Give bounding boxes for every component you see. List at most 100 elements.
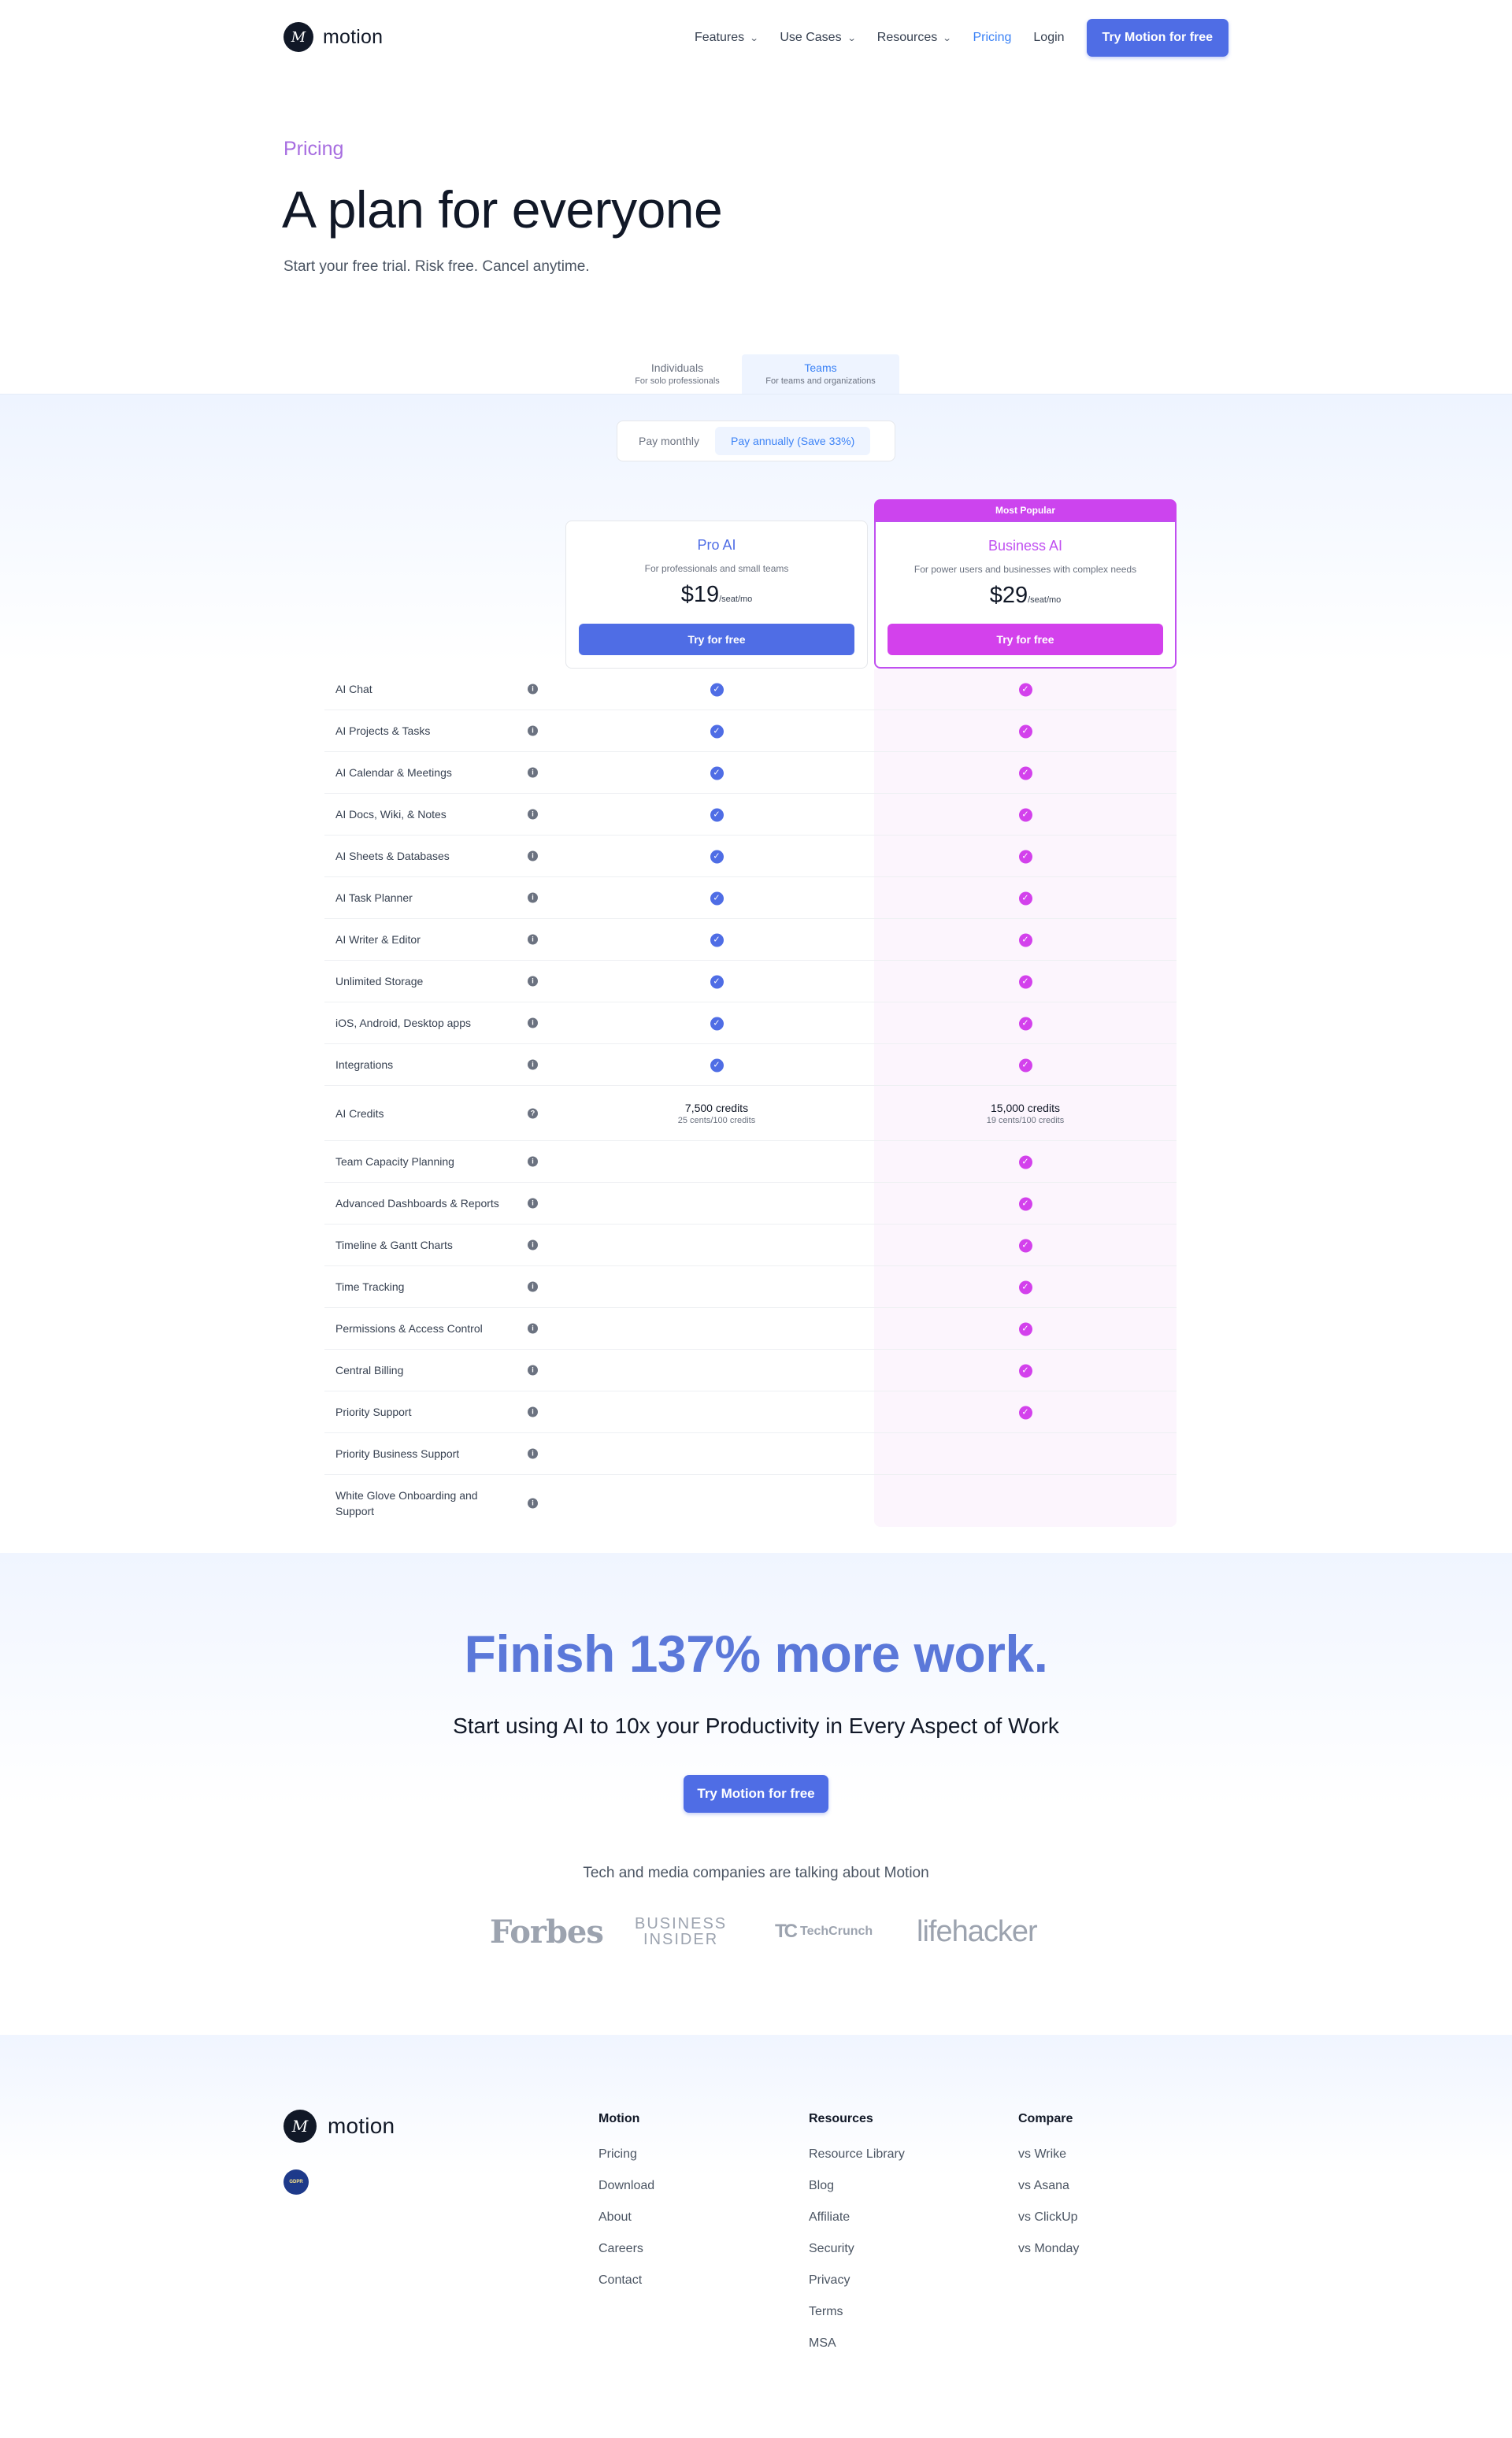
footer-link[interactable]: vs Asana <box>1018 2179 1079 2210</box>
footer-logo[interactable]: M motion <box>284 2110 395 2143</box>
info-icon[interactable]: i <box>528 1156 538 1167</box>
tab-teams[interactable]: Teams For teams and organizations <box>742 354 899 394</box>
plan-description: For power users and businesses with comp… <box>914 564 1137 575</box>
pro-cell: ✓ <box>565 807 868 822</box>
footer-link[interactable]: About <box>598 2210 654 2242</box>
info-icon[interactable]: i <box>528 809 538 820</box>
info-icon[interactable]: i <box>528 1281 538 1292</box>
info-icon[interactable]: i <box>528 1239 538 1250</box>
business-cell: ✓ <box>874 849 1177 864</box>
info-icon[interactable]: i <box>528 1406 538 1417</box>
tab-individuals[interactable]: Individuals For solo professionals <box>613 354 742 394</box>
plan-tabs: Individuals For solo professionals Teams… <box>613 354 899 394</box>
nav-item-pricing[interactable]: Pricing <box>973 31 1011 45</box>
footer-column-title: Resources <box>809 2112 873 2125</box>
hero-subtitle: Start your free trial. Risk free. Cancel… <box>284 258 590 275</box>
credits-rate: 19 cents/100 credits <box>986 1115 1065 1125</box>
feature-row: Unlimited Storage i ✓ ✓ <box>324 961 1177 1002</box>
business-cell: 15,000 credits 19 cents/100 credits <box>874 1102 1177 1125</box>
footer-link[interactable]: Resource Library <box>809 2147 905 2179</box>
question-icon[interactable]: ? <box>528 1108 538 1118</box>
press-title: Tech and media companies are talking abo… <box>583 1865 929 1881</box>
feature-row: AI Credits? 7,500 credits 25 cents/100 cre… <box>324 1086 1177 1141</box>
feature-name: AI Docs, Wiki, & Notes <box>335 808 447 821</box>
footer-link[interactable]: Terms <box>809 2305 905 2336</box>
nav-item-use-cases[interactable]: Use Cases ⌄ <box>780 31 856 45</box>
price-amount: $19 <box>680 582 720 607</box>
feature-row: Priority Support i ✓ <box>324 1391 1177 1433</box>
feature-comparison-table: AI Chat i ✓ ✓ AI Projects & Tasks i ✓ ✓ AI Calen… <box>324 669 1177 1532</box>
info-icon[interactable]: i <box>528 850 538 861</box>
business-cell: ✓ <box>874 1280 1177 1295</box>
nav-item-resources[interactable]: Resources ⌄ <box>877 31 952 45</box>
footer-link[interactable]: Blog <box>809 2179 905 2210</box>
techcrunch-logo: TC TechCrunch <box>775 1912 873 1951</box>
feature-row: Priority Business Support i <box>324 1433 1177 1475</box>
try-for-free-button[interactable]: Try for free <box>888 624 1163 655</box>
footer-link[interactable]: vs Monday <box>1018 2242 1079 2273</box>
info-icon[interactable]: i <box>528 684 538 695</box>
check-icon: ✓ <box>710 766 724 780</box>
pro-cell: 7,500 credits 25 cents/100 credits <box>565 1102 868 1125</box>
pro-cell: ✓ <box>565 932 868 947</box>
footer-link[interactable]: MSA <box>809 2336 905 2368</box>
tab-label: Teams <box>804 361 837 374</box>
check-icon: ✓ <box>1018 1197 1032 1211</box>
check-icon: ✓ <box>1018 724 1032 739</box>
business-cell: ✓ <box>874 1321 1177 1336</box>
feature-row: White Glove Onboarding and Support i <box>324 1475 1177 1532</box>
pro-cell: ✓ <box>565 765 868 780</box>
info-icon[interactable]: i <box>528 892 538 903</box>
info-icon[interactable]: i <box>528 1198 538 1209</box>
info-icon[interactable]: i <box>528 1365 538 1376</box>
logo[interactable]: M motion <box>284 22 383 52</box>
footer-column-compare: Compare vs Wrike vs Asana vs ClickUp vs … <box>1018 2112 1079 2273</box>
try-for-free-button[interactable]: Try for free <box>579 624 854 655</box>
footer-link[interactable]: vs Wrike <box>1018 2147 1079 2179</box>
business-cell: ✓ <box>874 765 1177 780</box>
info-icon[interactable]: i <box>528 1059 538 1070</box>
nav-item-label: Features <box>694 31 745 44</box>
logo-line: INSIDER <box>643 1931 719 1948</box>
cta-title: Finish 137% more work. <box>464 1625 1048 1683</box>
check-icon: ✓ <box>710 683 724 697</box>
info-icon[interactable]: i <box>528 1498 538 1509</box>
try-motion-button[interactable]: Try Motion for free <box>1086 19 1228 57</box>
footer-link[interactable]: Careers <box>598 2242 654 2273</box>
footer-link[interactable]: Affiliate <box>809 2210 905 2242</box>
feature-name: AI Writer & Editor <box>335 933 421 946</box>
logo-text: TechCrunch <box>800 1925 873 1938</box>
try-motion-button[interactable]: Try Motion for free <box>684 1775 828 1813</box>
feature-row: AI Docs, Wiki, & Notes i ✓ ✓ <box>324 794 1177 836</box>
footer-link[interactable]: Security <box>809 2242 905 2273</box>
footer-link[interactable]: Privacy <box>809 2273 905 2305</box>
pay-monthly-option[interactable]: Pay monthly <box>623 427 715 455</box>
nav-item-login[interactable]: Login <box>1033 31 1064 45</box>
info-icon[interactable]: i <box>528 767 538 778</box>
feature-name: AI Chat <box>335 683 372 695</box>
footer-link[interactable]: Download <box>598 2179 654 2210</box>
check-icon: ✓ <box>710 808 724 822</box>
business-cell: ✓ <box>874 932 1177 947</box>
footer-link[interactable]: vs ClickUp <box>1018 2210 1079 2242</box>
nav-item-features[interactable]: Features ⌄ <box>694 31 759 45</box>
info-icon[interactable]: i <box>528 725 538 736</box>
feature-row: Permissions & Access Control i ✓ <box>324 1308 1177 1350</box>
feature-name: AI Credits <box>335 1106 384 1120</box>
credits-amount: 15,000 credits <box>991 1101 1060 1114</box>
price-unit: /seat/mo <box>719 595 753 604</box>
footer-link[interactable]: Contact <box>598 2273 654 2305</box>
plan-description: For professionals and small teams <box>644 563 789 574</box>
feature-name: Advanced Dashboards & Reports <box>335 1197 499 1210</box>
footer-link[interactable]: Pricing <box>598 2147 654 2179</box>
info-icon[interactable]: i <box>528 934 538 945</box>
feature-row: Timeline & Gantt Charts i ✓ <box>324 1225 1177 1266</box>
pay-annually-option[interactable]: Pay annually (Save 33%) <box>715 427 871 455</box>
info-icon[interactable]: i <box>528 1448 538 1459</box>
business-cell: ✓ <box>874 724 1177 739</box>
business-cell: ✓ <box>874 974 1177 989</box>
info-icon[interactable]: i <box>528 1323 538 1334</box>
info-icon[interactable]: i <box>528 976 538 987</box>
info-icon[interactable]: i <box>528 1017 538 1028</box>
check-icon: ✓ <box>1018 1322 1032 1336</box>
